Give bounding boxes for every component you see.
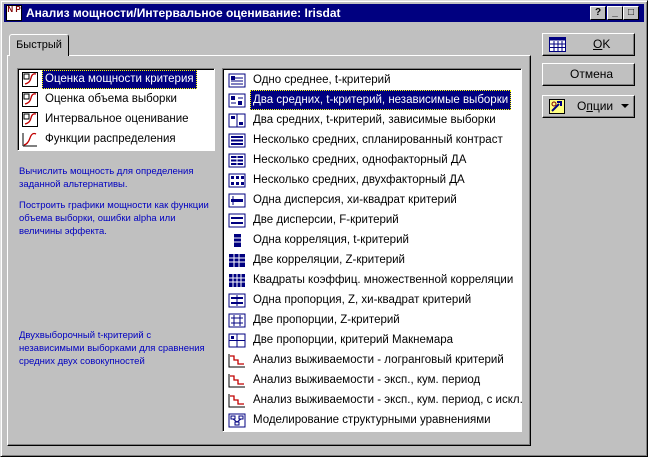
- list-item-label: Несколько средних, спланированный контра…: [253, 134, 503, 146]
- list-item-label: Две корреляции, Z-критерий: [253, 254, 405, 266]
- list-item-label: Одна корреляция, t-критерий: [253, 234, 409, 246]
- list-item-label: Два средних, t-критерий, зависимые выбор…: [253, 114, 496, 126]
- window-title: Анализ мощности/Интервальное оценивание:…: [26, 6, 341, 20]
- list-item-label: Анализ выживаемости - эксп., кум. период…: [253, 394, 523, 406]
- ok-button[interactable]: OK: [542, 33, 635, 56]
- contrast-icon: [228, 133, 246, 148]
- one-correlation-icon: [234, 234, 241, 247]
- list-item-label: Моделирование структурными уравнениями: [253, 414, 491, 426]
- two-correlations-icon: [229, 254, 245, 267]
- one-proportion-icon: [228, 293, 246, 308]
- list-item-label: Одна дисперсия, хи-квадрат критерий: [253, 194, 457, 206]
- spreadsheet-icon: [549, 37, 566, 52]
- analysis-type-list[interactable]: Оценка мощности критерия Оценка объема в…: [17, 68, 215, 151]
- list-item-label: Две пропорции, Z-критерий: [253, 314, 400, 326]
- list-item-label: Одно среднее, t-критерий: [253, 74, 391, 86]
- list-item-label: Два средних, t-критерий, независимые выб…: [250, 90, 512, 110]
- sem-icon: [228, 413, 246, 428]
- survival-curve-icon: [228, 354, 245, 368]
- list-item-label: Несколько средних, однофакторный ДА: [253, 154, 467, 166]
- list-item-label: Несколько средних, двухфакторный ДА: [253, 174, 465, 186]
- options-label-a: О: [577, 99, 587, 113]
- two-means-icon: [228, 93, 246, 108]
- minimize-button[interactable]: _: [607, 6, 623, 20]
- maximize-button[interactable]: □: [623, 6, 639, 20]
- description-plot: Построить графики мощности как функции о…: [19, 200, 209, 237]
- anova-two-icon: [228, 173, 246, 188]
- description-selected-test: Двухвыборочный t-критерий с независимыми…: [19, 330, 205, 367]
- one-variance-icon: [228, 193, 246, 208]
- multiple-correlation-icon: [229, 274, 245, 287]
- power-chart-icon: [22, 92, 38, 107]
- mcnemar-icon: [228, 333, 246, 348]
- help-button[interactable]: ?: [590, 6, 606, 20]
- one-mean-icon: [228, 73, 246, 88]
- tab-quick[interactable]: Быстрый: [9, 34, 69, 56]
- two-means-dependent-icon: [228, 113, 246, 128]
- cancel-button[interactable]: Отмена: [542, 63, 635, 86]
- list-item-label: Квадраты коэффиц. множественной корреляц…: [253, 274, 514, 286]
- dropdown-arrow-icon: [621, 104, 629, 108]
- ok-label: K: [602, 37, 611, 51]
- list-item-label: Две дисперсии, F-критерий: [253, 214, 399, 226]
- anova-one-icon: [228, 153, 246, 168]
- list-item-label: Две пропорции, критерий Макнемара: [253, 334, 454, 346]
- power-chart-icon: [22, 72, 38, 87]
- list-item-label: Анализ выживаемости - логранговый критер…: [253, 354, 504, 366]
- options-button[interactable]: Опции: [542, 95, 635, 118]
- survival-curve-icon: [228, 374, 245, 388]
- two-variances-icon: [228, 213, 246, 228]
- two-proportions-icon: [228, 313, 246, 328]
- power-chart-icon: [22, 112, 38, 127]
- ok-accel: O: [593, 37, 603, 51]
- cancel-label: Отмена: [570, 67, 614, 81]
- test-list[interactable]: Одно среднее, t-критерий Два средних, t-к…: [222, 68, 523, 432]
- description-compute: Вычислить мощность для определения задан…: [19, 166, 194, 190]
- list-item-label: Одна пропорция, Z, хи-квадрат критерий: [253, 294, 472, 306]
- title-bar[interactable]: N P Анализ мощности/Интервальное оценива…: [4, 4, 644, 22]
- distribution-curve-icon: [22, 132, 37, 147]
- app-icon[interactable]: N P: [6, 5, 22, 21]
- options-label-b: ции: [592, 99, 614, 113]
- options-tools-icon: [549, 99, 565, 114]
- survival-curve-icon: [228, 394, 245, 408]
- list-item-label: Анализ выживаемости - эксп., кум. период: [253, 374, 481, 386]
